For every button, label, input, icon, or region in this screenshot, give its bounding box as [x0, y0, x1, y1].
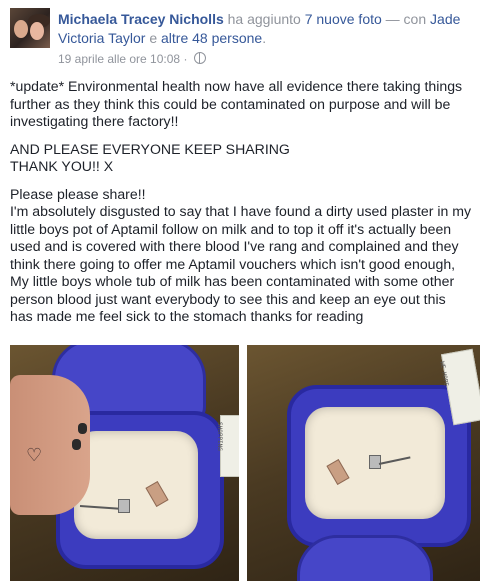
tub-lid — [297, 535, 433, 581]
post-timestamp[interactable]: 19 aprile alle ore 10:08 — [58, 52, 180, 66]
photo-grid: ♡ SHOPPING WE HOPE — [10, 345, 480, 581]
receipt-text: SHOPPING — [216, 422, 223, 451]
action-text: ha aggiunto — [227, 11, 301, 27]
scoop-head — [118, 499, 130, 513]
post-paragraph: *update* Environmental health now have a… — [10, 78, 463, 129]
photo-right[interactable]: WE HOPE — [247, 345, 480, 581]
conjunction-text: e — [149, 30, 158, 46]
post-header-text: Michaela Tracey Nicholls ha aggiunto 7 n… — [58, 10, 472, 48]
avatar-face — [30, 22, 44, 40]
end-punct: . — [262, 30, 267, 46]
post-body: *update* Environmental health now have a… — [10, 78, 472, 336]
others-link[interactable]: altre 48 persone — [161, 30, 262, 46]
photo-left[interactable]: ♡ SHOPPING — [10, 345, 239, 581]
avatar-face — [14, 20, 28, 38]
fingernail — [72, 439, 81, 450]
meta-separator: · — [183, 52, 188, 66]
author-name-link[interactable]: Michaela Tracey Nicholls — [58, 11, 224, 27]
post-meta: 19 aprile alle ore 10:08 · — [58, 52, 206, 66]
facebook-post: Michaela Tracey Nicholls ha aggiunto 7 n… — [0, 0, 480, 581]
author-avatar[interactable] — [10, 8, 50, 48]
hand: ♡ — [10, 375, 90, 515]
post-paragraph: Please please share!! I'm absolutely dis… — [10, 185, 471, 325]
receipt: SHOPPING — [216, 415, 239, 477]
milk-powder — [74, 431, 198, 539]
post-header: Michaela Tracey Nicholls ha aggiunto 7 n… — [10, 6, 472, 66]
photos-link[interactable]: 7 nuove foto — [305, 11, 382, 27]
heart-tattoo: ♡ — [26, 445, 43, 465]
with-separator: — con — [385, 11, 427, 27]
post-paragraph: AND PLEASE EVERYONE KEEP SHARING THANK Y… — [10, 140, 290, 175]
globe-icon[interactable] — [193, 52, 206, 64]
fingernail — [78, 423, 87, 434]
